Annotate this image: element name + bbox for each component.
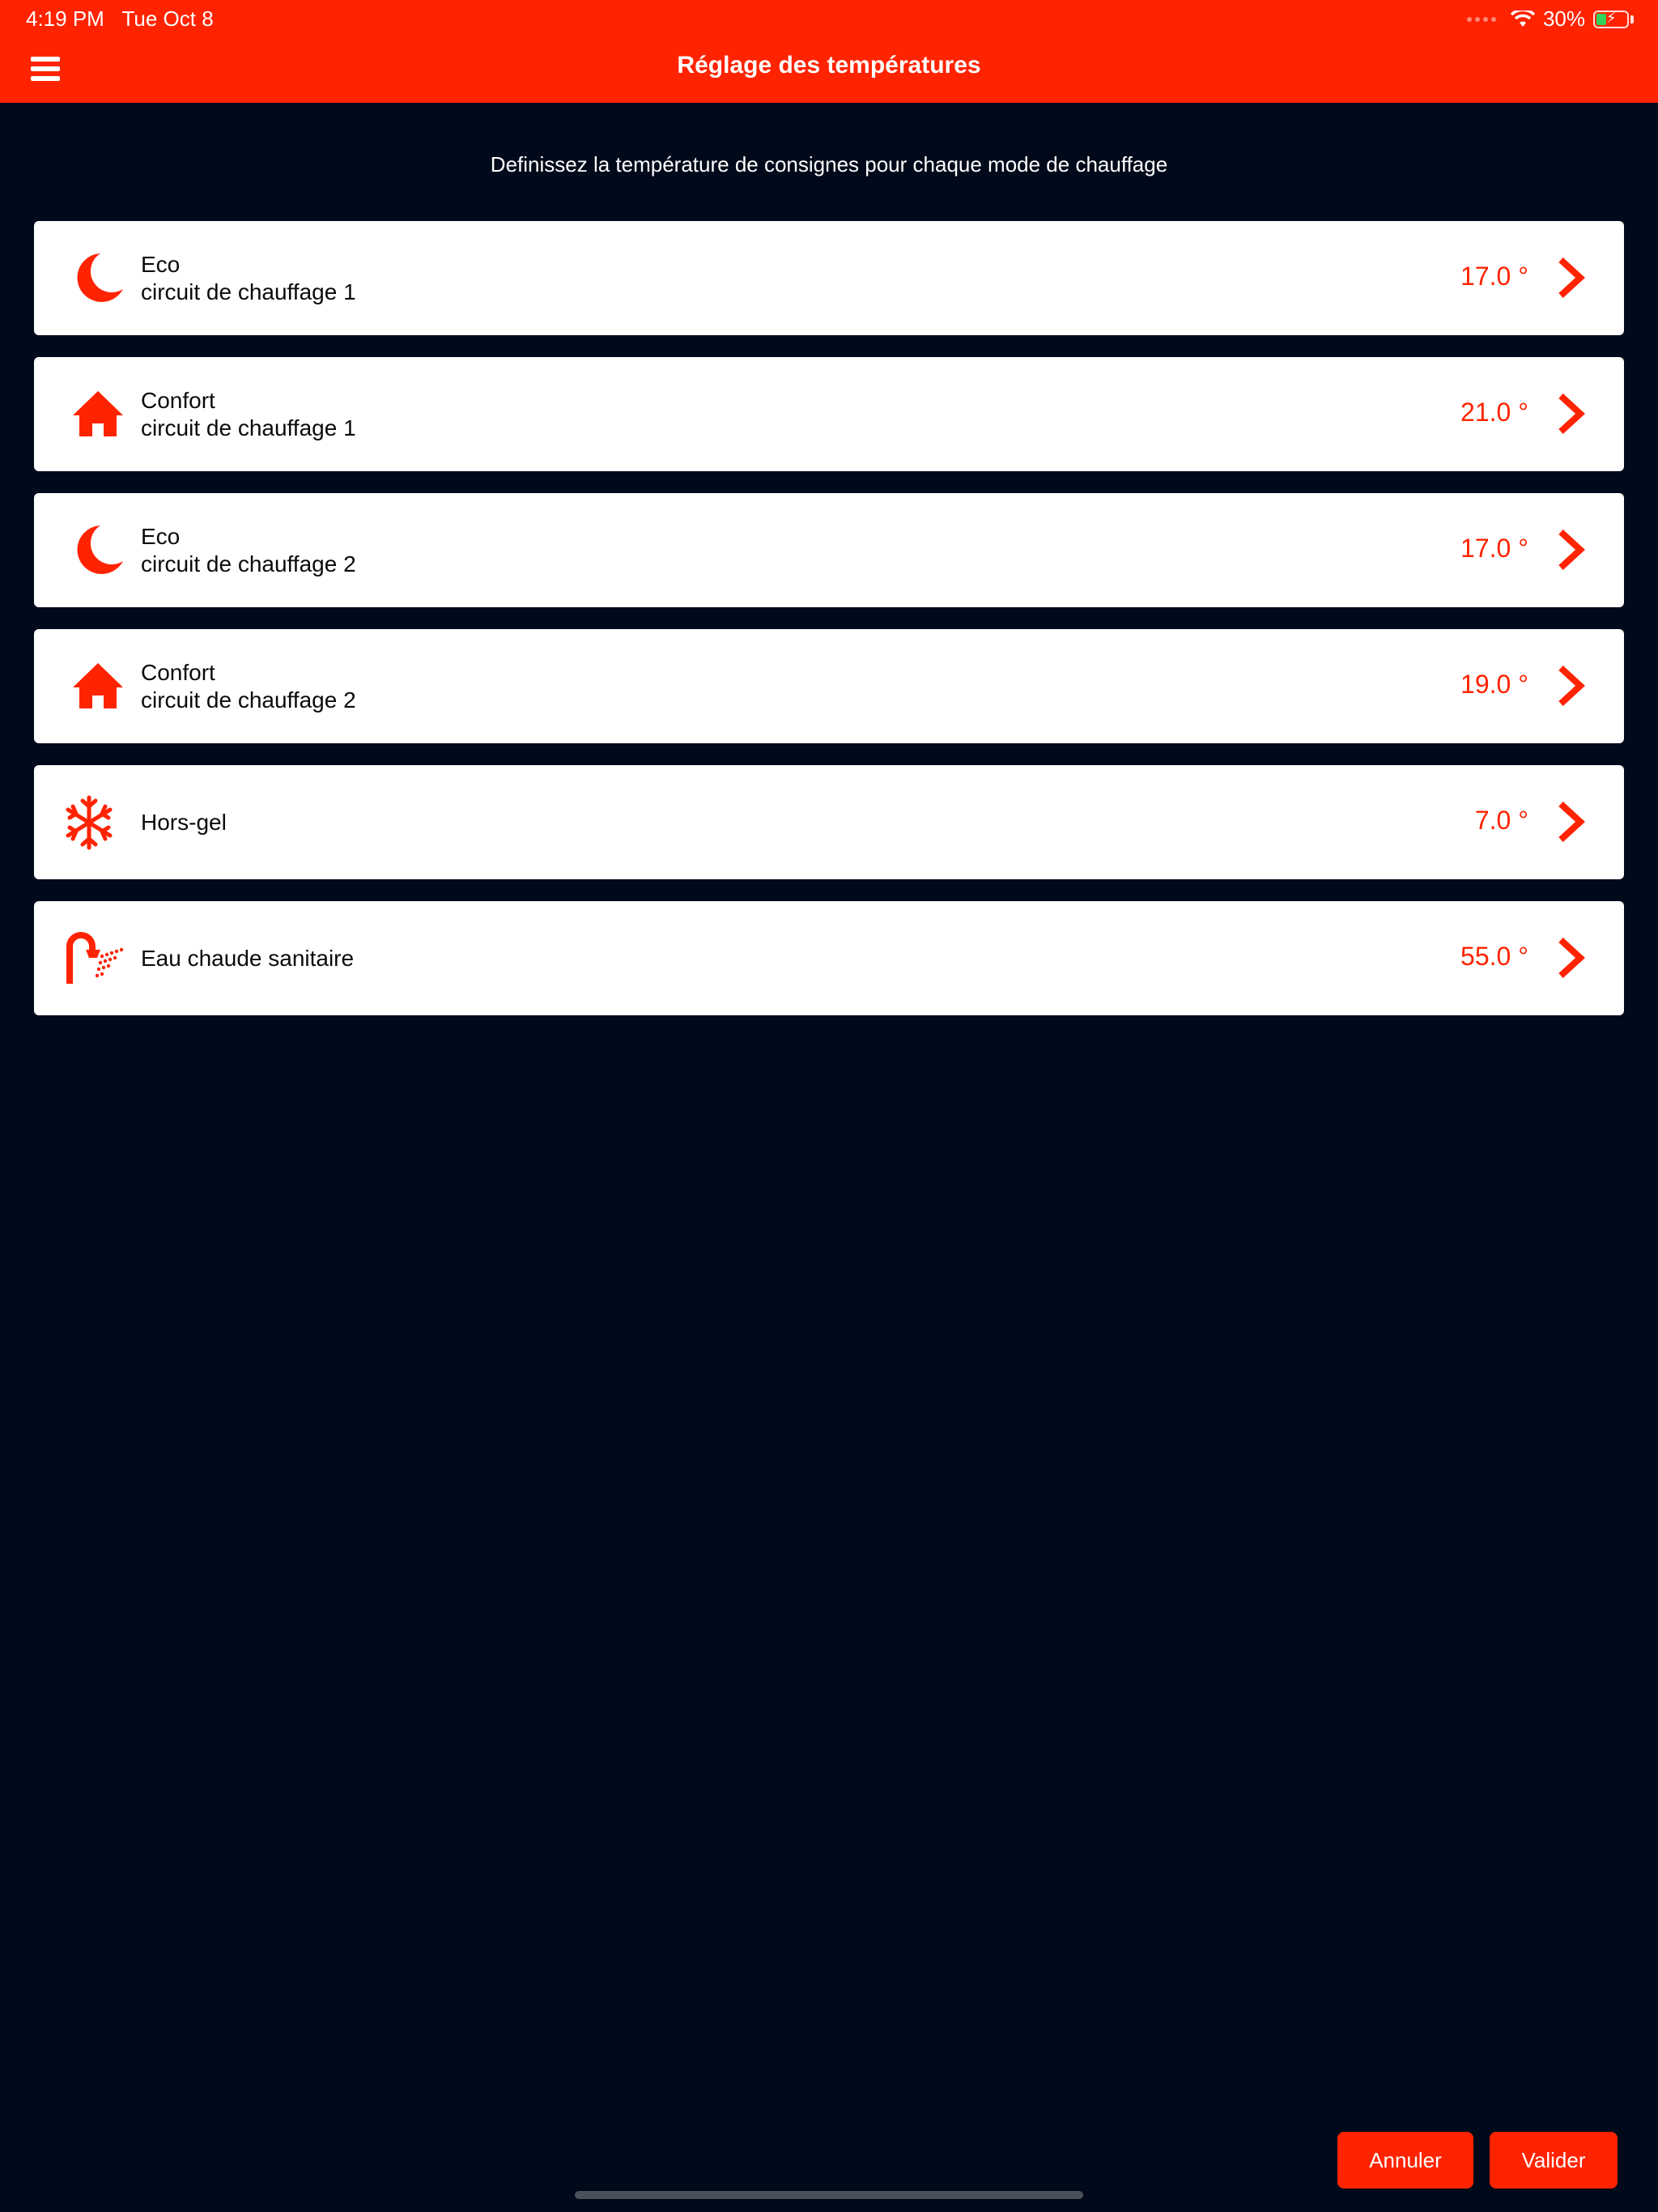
temperature-value: 17.0 ° <box>1460 534 1528 563</box>
circuit-name: circuit de chauffage 1 <box>141 279 356 304</box>
chevron-right-icon <box>1558 393 1585 434</box>
snowflake-icon <box>66 795 113 850</box>
temperature-value: 17.0 ° <box>1460 262 1528 291</box>
row-labels: Confort circuit de chauffage 1 <box>141 357 356 471</box>
row-labels: Eco circuit de chauffage 1 <box>141 221 356 335</box>
validate-button[interactable]: Valider <box>1490 2132 1618 2189</box>
battery-icon: ⚡ <box>1593 10 1629 28</box>
circuit-name: circuit de chauffage 1 <box>141 415 356 440</box>
house-icon <box>73 391 123 436</box>
mode-name: Confort <box>141 659 215 685</box>
row-labels: Hors-gel <box>141 765 227 879</box>
temperature-value: 19.0 ° <box>1460 670 1528 699</box>
chevron-right-icon <box>1558 257 1585 298</box>
row-confort-circuit-2[interactable]: Confort circuit de chauffage 2 19.0 ° <box>34 629 1624 743</box>
status-indicators: 30% ⚡ <box>1466 6 1634 32</box>
chevron-right-icon <box>1558 666 1585 706</box>
instructions-text: Definissez la température de consignes p… <box>490 152 1168 177</box>
temperature-value: 55.0 ° <box>1460 942 1528 971</box>
status-time-text: 4:19 PM <box>26 6 104 31</box>
shower-icon <box>66 932 124 984</box>
row-labels: Confort circuit de chauffage 2 <box>141 629 356 743</box>
row-hors-gel[interactable]: Hors-gel 7.0 ° <box>34 765 1624 879</box>
mode-name: Hors-gel <box>141 809 227 835</box>
status-time: 4:19 PM Tue Oct 8 <box>26 6 214 32</box>
mode-name: Eco <box>141 523 181 549</box>
row-labels: Eco circuit de chauffage 2 <box>141 493 356 607</box>
moon-icon <box>77 253 123 302</box>
header: 4:19 PM Tue Oct 8 30% ⚡ Réglage des temp… <box>0 0 1658 103</box>
page-title: Réglage des températures <box>677 52 981 79</box>
circuit-name: circuit de chauffage 2 <box>141 551 356 576</box>
wifi-icon <box>1510 10 1535 27</box>
home-indicator[interactable] <box>575 2191 1083 2199</box>
row-labels: Eau chaude sanitaire <box>141 901 354 1015</box>
row-confort-circuit-1[interactable]: Confort circuit de chauffage 1 21.0 ° <box>34 357 1624 471</box>
temperature-value: 21.0 ° <box>1460 398 1528 427</box>
row-eco-circuit-1[interactable]: Eco circuit de chauffage 1 17.0 ° <box>34 221 1624 335</box>
mode-name: Eau chaude sanitaire <box>141 945 355 971</box>
mode-name: Eco <box>141 251 181 277</box>
mode-name: Confort <box>141 387 215 413</box>
temperature-value: 7.0 ° <box>1474 806 1528 835</box>
row-eau-chaude-sanitaire[interactable]: Eau chaude sanitaire 55.0 ° <box>34 901 1624 1015</box>
status-date-text: Tue Oct 8 <box>121 6 214 31</box>
cellular-icon <box>1466 16 1496 22</box>
temperature-list: Eco circuit de chauffage 1 17.0 ° Confor… <box>34 221 1624 1037</box>
chevron-right-icon <box>1558 938 1585 978</box>
chevron-right-icon <box>1558 530 1585 570</box>
row-eco-circuit-2[interactable]: Eco circuit de chauffage 2 17.0 ° <box>34 493 1624 607</box>
chevron-right-icon <box>1558 802 1585 842</box>
battery-percent: 30% <box>1542 6 1585 31</box>
moon-icon <box>77 525 123 574</box>
cancel-button[interactable]: Annuler <box>1337 2132 1473 2189</box>
house-icon <box>73 663 123 708</box>
battery-cap <box>1630 15 1634 23</box>
circuit-name: circuit de chauffage 2 <box>141 687 356 713</box>
